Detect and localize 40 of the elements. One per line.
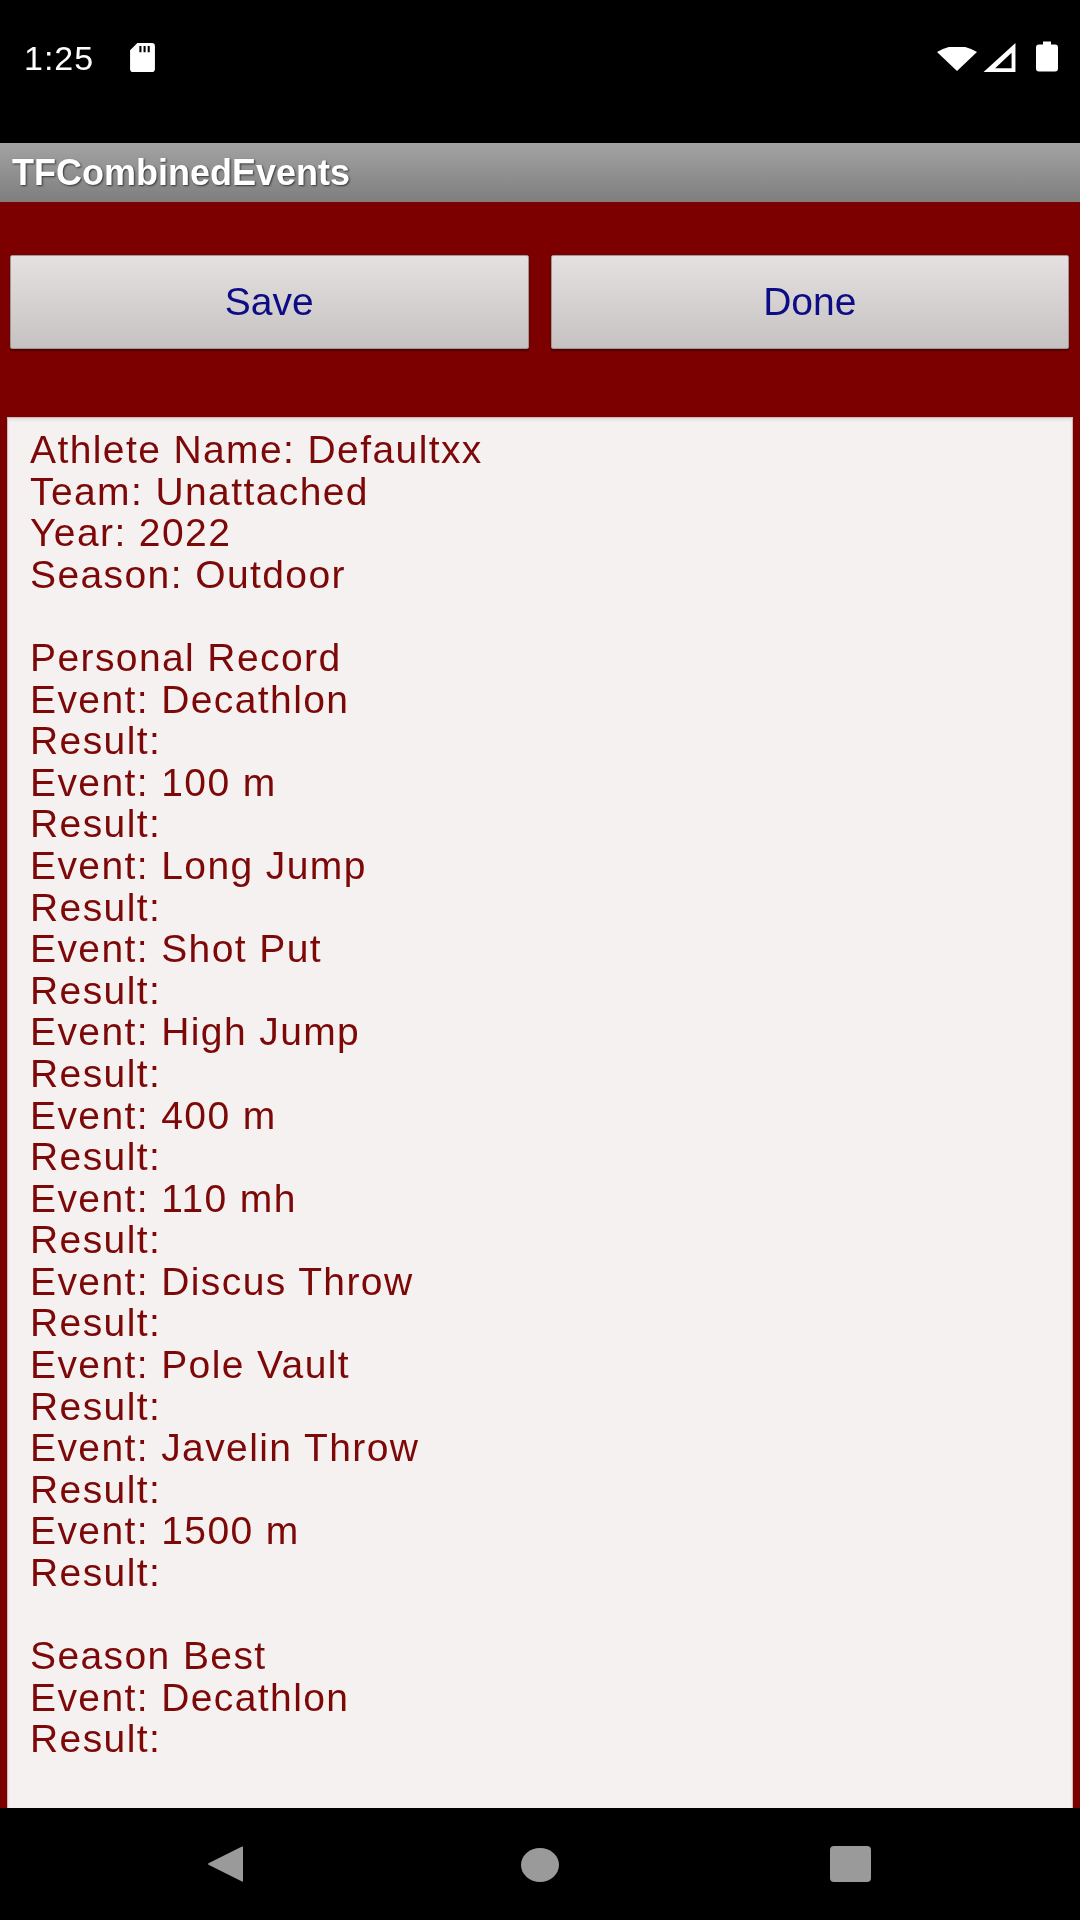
event-line: Event: 400 m <box>30 1094 277 1137</box>
event-line: Event: Decathlon <box>30 1676 350 1719</box>
back-icon[interactable] <box>207 1846 245 1882</box>
event-line: Event: High Jump <box>30 1011 361 1053</box>
result-line: Result: <box>30 1219 162 1261</box>
section-heading: Personal Record <box>30 636 342 679</box>
wifi-icon <box>937 47 977 71</box>
athlete-info-line: Season: Outdoor <box>30 553 346 596</box>
event-line: Event: Javelin Throw <box>30 1427 420 1469</box>
result-line: Result: <box>30 1552 162 1594</box>
event-line: Event: 1500 m <box>30 1510 300 1553</box>
battery-icon <box>1036 41 1058 72</box>
athlete-info-line: Year: 2022 <box>30 512 232 554</box>
home-icon[interactable] <box>521 1848 559 1882</box>
result-line: Result: <box>30 1468 162 1511</box>
result-line: Result: <box>30 1136 162 1178</box>
event-line: Event: Long Jump <box>30 844 367 887</box>
result-line: Result: <box>30 886 162 929</box>
result-line: Result: <box>30 1385 162 1428</box>
event-line: Event: 100 m <box>30 761 277 804</box>
result-line: Result: <box>30 1302 162 1345</box>
signal-icon <box>983 43 1016 72</box>
event-line: Event: Discus Throw <box>30 1260 414 1303</box>
result-line: Result: <box>30 1718 162 1760</box>
result-line: Result: <box>30 803 162 845</box>
result-line: Result: <box>30 969 162 1012</box>
sd-card-icon <box>130 43 156 72</box>
result-line: Result: <box>30 1052 162 1095</box>
athlete-info-line: Athlete Name: Defaultxx <box>30 429 483 471</box>
save-button[interactable]: Save <box>10 255 529 349</box>
event-line: Event: 110 mh <box>30 1177 297 1220</box>
result-line: Result: <box>30 720 162 762</box>
event-line: Event: Shot Put <box>30 928 322 970</box>
athlete-info-line: Team: Unattached <box>30 470 369 513</box>
done-button[interactable]: Done <box>550 255 1069 349</box>
event-line: Event: Decathlon <box>30 678 350 721</box>
event-line: Event: Pole Vault <box>30 1344 351 1386</box>
section-heading: Season Best <box>30 1635 267 1677</box>
app-title: TFCombinedEvents <box>12 151 351 194</box>
status-time: 1:25 <box>24 38 95 78</box>
